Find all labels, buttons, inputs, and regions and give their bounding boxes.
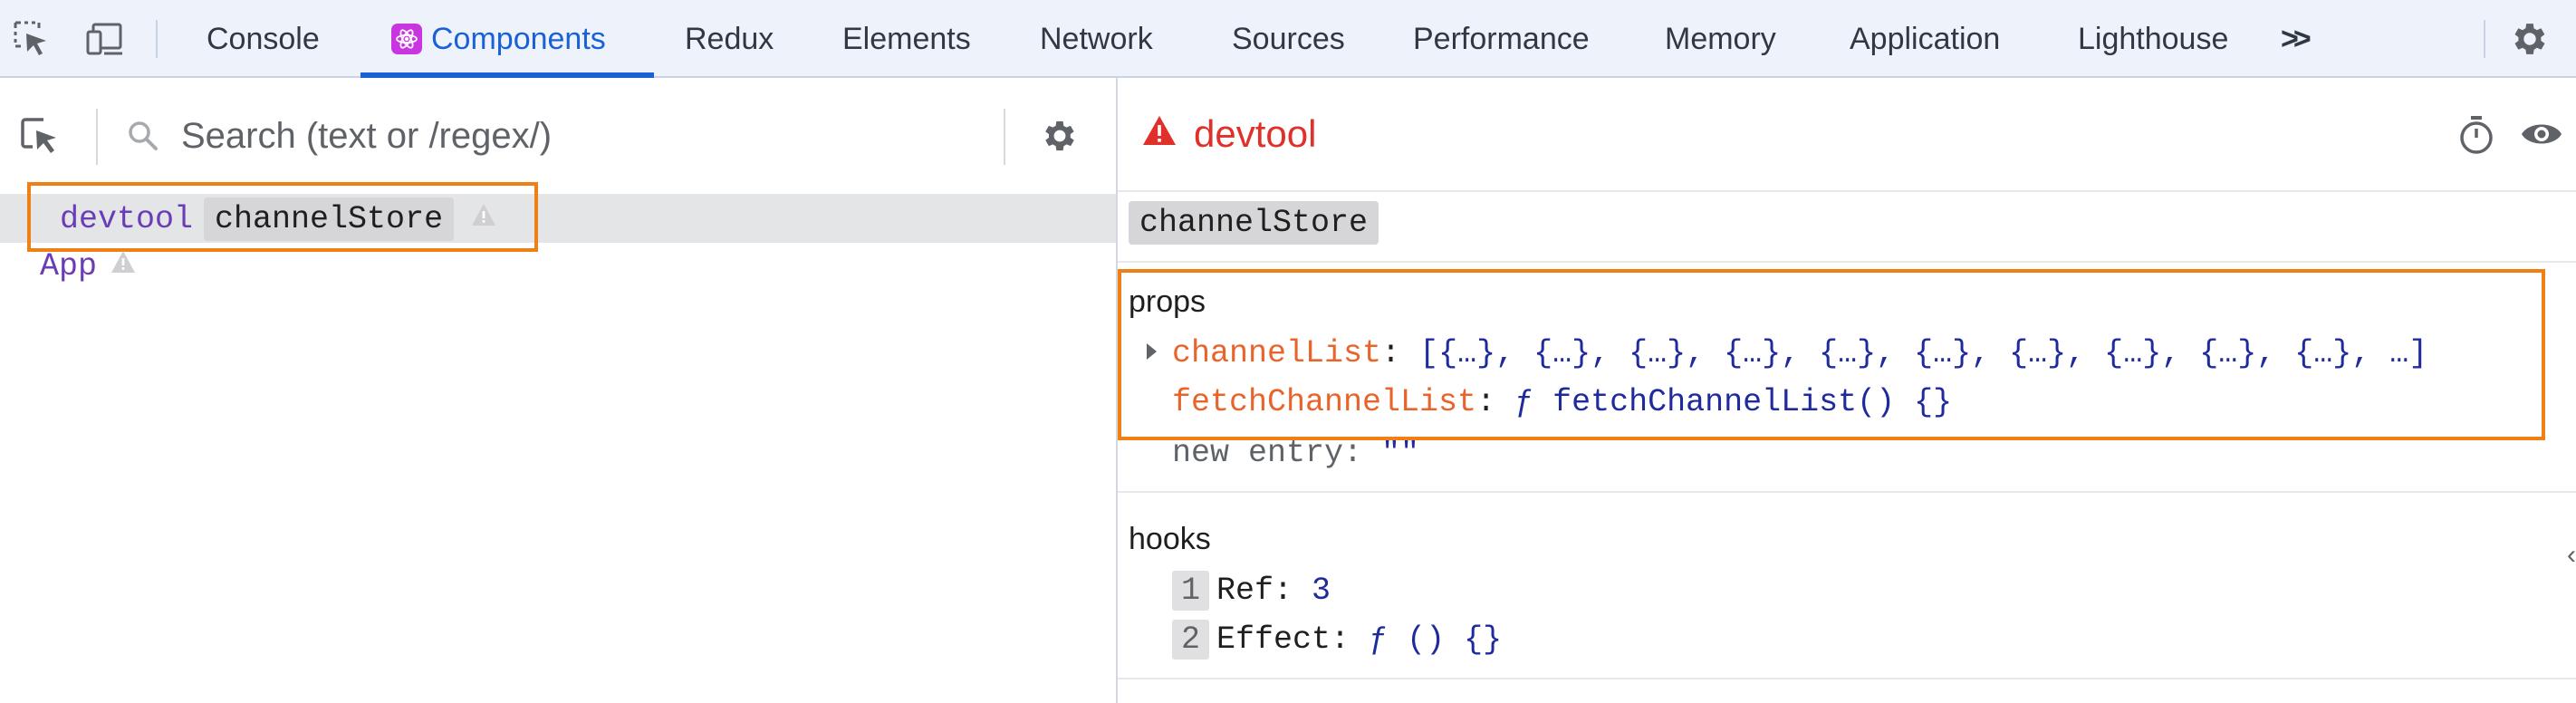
prop-value: ƒ fetchChannelList() {} <box>1514 384 1953 420</box>
toolbar-divider <box>2484 20 2485 58</box>
tab-label: Components <box>431 21 606 56</box>
hook-name: Ref <box>1216 573 1274 609</box>
devtools-toolbar: Console Components Redux Elements Networ… <box>0 0 2576 78</box>
tab-label: Console <box>207 21 320 56</box>
prop-key: channelList <box>1172 335 1382 371</box>
tab-label: Lighthouse <box>2078 21 2229 56</box>
inspected-key-badge: channelStore <box>1129 201 1379 245</box>
more-tabs-label: >> <box>2281 21 2312 56</box>
hooks-section-title: hooks <box>1129 522 1211 556</box>
collapse-arrow-icon[interactable]: ‹ <box>2567 540 2576 571</box>
tab-performance[interactable]: Performance <box>1413 0 1590 78</box>
component-tree-search-bar <box>0 78 1116 190</box>
component-search-input[interactable] <box>181 111 978 161</box>
component-name: App <box>40 248 98 284</box>
warning-icon <box>110 248 137 284</box>
section-divider <box>1118 491 2576 493</box>
component-settings-gear-icon[interactable] <box>1040 116 1080 160</box>
props-section-title: props <box>1129 284 1206 319</box>
hook-index: 1 <box>1172 571 1210 611</box>
device-toolbar-icon[interactable] <box>83 16 129 62</box>
tab-label: Sources <box>1232 21 1345 56</box>
tab-label: Redux <box>685 21 774 56</box>
hook-index: 2 <box>1172 620 1210 660</box>
tab-label: Performance <box>1413 21 1590 56</box>
tab-sources[interactable]: Sources <box>1232 0 1345 78</box>
inspected-key-row: channelStore <box>1118 194 2576 263</box>
tab-application[interactable]: Application <box>1850 0 2000 78</box>
tab-components[interactable]: Components <box>391 0 606 78</box>
inspect-element-icon[interactable] <box>9 16 54 62</box>
prop-key: fetchChannelList <box>1172 384 1477 420</box>
hook-row-ref[interactable]: 1 Ref: 3 <box>1172 571 1331 611</box>
error-icon <box>1141 112 1177 156</box>
hook-value: ƒ () {} <box>1369 621 1503 658</box>
inspect-dom-eye-icon[interactable] <box>2520 118 2563 155</box>
tab-label: Application <box>1850 21 2001 56</box>
prop-row-channel-list[interactable]: channelList: [{…}, {…}, {…}, {…}, {…}, {… <box>1172 335 2427 371</box>
search-divider <box>1004 109 1005 165</box>
section-divider <box>1118 678 2576 679</box>
expand-arrow-icon[interactable] <box>1147 343 1157 360</box>
tab-label: Elements <box>842 21 971 56</box>
new-entry-key: new entry <box>1172 435 1344 471</box>
suspend-timer-icon[interactable] <box>2456 114 2496 160</box>
toolbar-divider <box>156 20 158 58</box>
component-name: devtool <box>60 201 194 237</box>
tree-item-devtool[interactable]: devtool channelStore <box>60 197 497 241</box>
new-entry-row[interactable]: new entry: "" <box>1172 435 1419 471</box>
search-divider <box>96 109 98 165</box>
tab-network[interactable]: Network <box>1040 0 1153 78</box>
react-icon <box>391 24 422 54</box>
hook-name: Effect <box>1216 621 1331 658</box>
select-element-icon[interactable] <box>18 114 62 162</box>
inspected-component-title: devtool <box>1141 112 1316 156</box>
more-tabs-button[interactable]: >> <box>2281 0 2312 78</box>
tab-lighthouse[interactable]: Lighthouse <box>2078 0 2228 78</box>
inspected-component-name: devtool <box>1194 112 1317 155</box>
tree-item-app[interactable]: App <box>40 248 137 284</box>
tab-memory[interactable]: Memory <box>1665 0 1776 78</box>
settings-gear-icon[interactable] <box>2507 16 2552 62</box>
new-entry-value[interactable]: "" <box>1381 435 1419 471</box>
tab-label: Memory <box>1665 21 1776 56</box>
tab-label: Network <box>1040 21 1153 56</box>
tab-redux[interactable]: Redux <box>685 0 774 78</box>
prop-value: [{…}, {…}, {…}, {…}, {…}, {…}, {…}, {…},… <box>1419 335 2428 371</box>
inspector-header: devtool <box>1118 78 2576 192</box>
tab-console[interactable]: Console <box>207 0 320 78</box>
component-key-badge: channelStore <box>204 197 455 241</box>
tab-elements[interactable]: Elements <box>842 0 971 78</box>
warning-icon <box>470 201 497 237</box>
hook-value: 3 <box>1312 573 1331 609</box>
hook-row-effect[interactable]: 2 Effect: ƒ () {} <box>1172 620 1502 660</box>
search-icon <box>125 118 161 159</box>
prop-row-fetch-channel-list[interactable]: fetchChannelList: ƒ fetchChannelList() {… <box>1172 384 1952 420</box>
